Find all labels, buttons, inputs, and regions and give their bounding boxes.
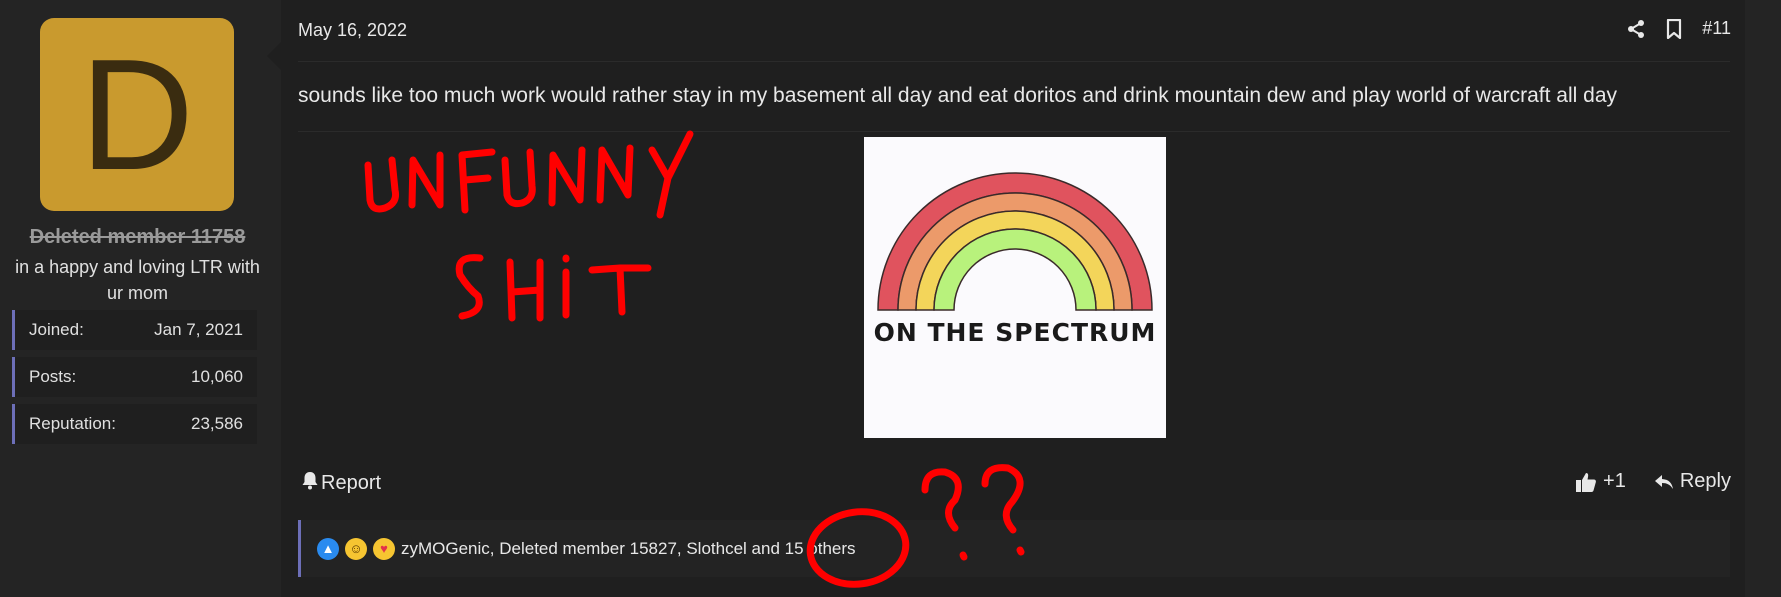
red-scrawl-overlay [364,130,1025,588]
